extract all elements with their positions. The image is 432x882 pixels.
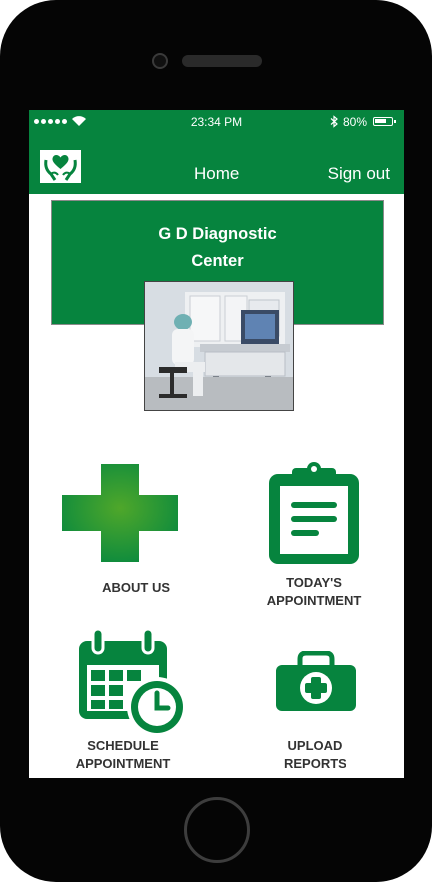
battery-icon: [373, 117, 396, 126]
todays-appointment-label: TODAY'S APPOINTMENT: [266, 574, 362, 610]
bluetooth-icon: [330, 115, 338, 128]
app-header: Home Sign out: [29, 134, 404, 194]
heart-hands-icon: [44, 154, 77, 181]
app-logo: [40, 150, 81, 183]
about-us-label: ABOUT US: [102, 580, 170, 595]
schedule-appointment-tile[interactable]: SCHEDULE APPOINTMENT: [69, 625, 199, 778]
battery-percentage: 80%: [343, 115, 368, 129]
about-us-tile[interactable]: ABOUT US: [49, 455, 189, 605]
sign-out-button[interactable]: Sign out: [328, 164, 390, 184]
schedule-appointment-label: SCHEDULE APPOINTMENT: [73, 737, 173, 773]
page-title: Home: [194, 164, 240, 183]
calendar-clock-icon: [79, 629, 187, 737]
upload-reports-tile[interactable]: UPLOAD REPORTS: [264, 645, 384, 778]
upload-reports-label: UPLOAD REPORTS: [284, 737, 346, 773]
phone-frame: 23:34 PM 80% Home Sign out G D Diagnosti…: [0, 0, 432, 882]
earpiece-speaker: [182, 55, 262, 67]
status-bar: 23:34 PM 80%: [29, 110, 404, 134]
front-camera: [152, 53, 168, 69]
clipboard-icon: [269, 462, 359, 564]
medical-kit-icon: [276, 651, 356, 711]
todays-appointment-tile[interactable]: TODAY'S APPOINTMENT: [254, 460, 384, 618]
center-name: G D Diagnostic Center: [52, 221, 383, 275]
home-button[interactable]: [184, 797, 250, 863]
medical-cross-icon: [62, 464, 178, 562]
upload-label-line1: UPLOAD: [287, 738, 343, 753]
upload-label-line2: REPORTS: [284, 756, 346, 771]
schedule-label-line2: APPOINTMENT: [75, 756, 171, 771]
todays-label-line1: TODAY'S: [286, 575, 342, 590]
todays-label-line2: APPOINTMENT: [266, 593, 362, 608]
app-screen: 23:34 PM 80% Home Sign out G D Diagnosti…: [29, 110, 404, 778]
schedule-label-line1: SCHEDULE: [87, 738, 159, 753]
center-name-line2: Center: [191, 252, 244, 270]
lab-photo: [144, 281, 294, 411]
center-name-line1: G D Diagnostic: [158, 225, 277, 243]
